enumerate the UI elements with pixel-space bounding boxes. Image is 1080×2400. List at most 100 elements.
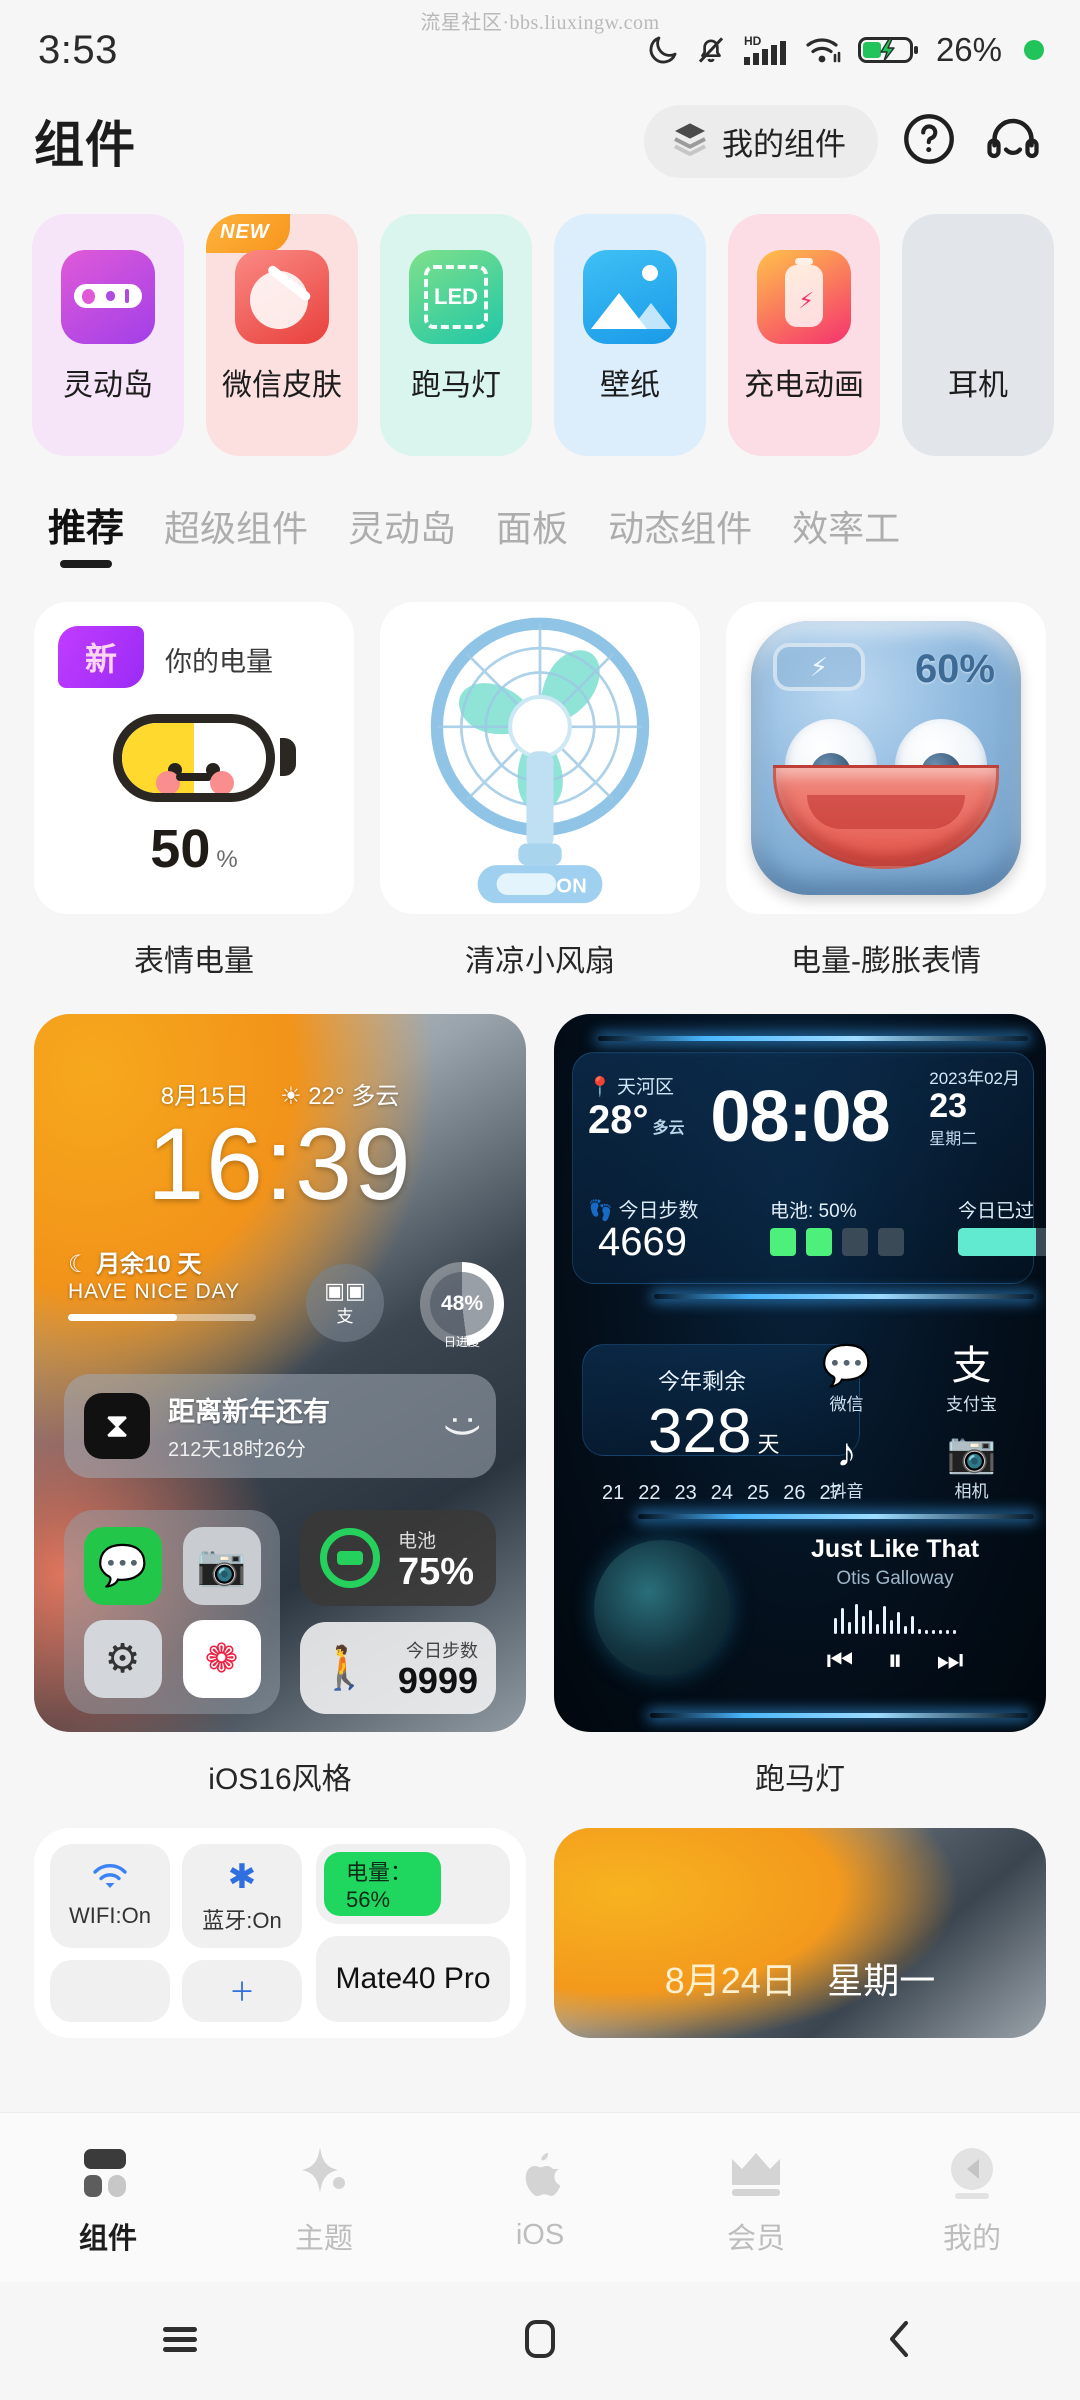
blue-face-widget: ⚡ 60% — [726, 602, 1046, 914]
widget-preview[interactable]: 8月15日 ☀ 22° 多云 16:39 ☾ 月余10 天 HAVE NICE … — [34, 1014, 526, 1732]
new-badge: NEW — [206, 214, 290, 253]
bluetooth-toggle[interactable]: ✱ 蓝牙:On — [182, 1844, 302, 1948]
category-item-lingdongdao[interactable]: 灵动岛 — [32, 214, 184, 456]
tab-recommend[interactable]: 推荐 — [48, 497, 124, 572]
plus-icon: ＋ — [228, 1977, 255, 2008]
category-item-earphone[interactable]: 耳机 — [902, 214, 1054, 456]
battery-bar: 电量： 56% — [316, 1844, 510, 1924]
bottom-navigation[interactable]: 组件 主题 iOS 会员 我的 — [0, 2112, 1080, 2282]
widget-card-control-panel[interactable]: WIFI:On ✱ 蓝牙:On ＋ 电量： 56% Mate40 Pro — [34, 1828, 526, 2038]
photos-icon[interactable]: ❁ — [182, 1619, 261, 1698]
widget-card-battery-face[interactable]: ⚡ 60% 电量-膨胀表情 — [726, 602, 1046, 980]
widget-card-ios16[interactable]: 8月15日 ☀ 22° 多云 16:39 ☾ 月余10 天 HAVE NICE … — [34, 1014, 526, 1798]
nav-item-membership[interactable]: 会员 — [648, 2139, 864, 2257]
headset-icon — [983, 109, 1043, 174]
marquee-date-block: 2023年02月 23 星期二 — [929, 1064, 1020, 1149]
tab-bar[interactable]: 推荐 超级组件 灵动岛 面板 动态组件 效率工 — [0, 468, 1080, 572]
widget-caption: 清凉小风扇 — [465, 945, 615, 978]
ios16-app-folder[interactable]: 💬 📷 ⚙ ❁ — [64, 1510, 280, 1714]
my-widgets-button[interactable]: 我的组件 — [644, 104, 878, 178]
alipay-label: 支 — [336, 1306, 354, 1326]
android-system-nav[interactable] — [0, 2282, 1080, 2400]
tab-dynamic-widget[interactable]: 动态组件 — [608, 500, 752, 572]
battery-value: 50% — [34, 818, 354, 880]
battery-cheek-right — [210, 771, 234, 793]
next-icon[interactable]: ⏭ — [937, 1644, 964, 1678]
ios16-alipay-shortcut[interactable]: ▣▣ 支 — [306, 1264, 384, 1342]
ios16-steps-value: 9999 — [397, 1660, 478, 1701]
music-controls[interactable]: ⏮ ⏸ ⏭ — [770, 1644, 1020, 1678]
date-cell: 23 — [674, 1482, 697, 1504]
ios16-countdown-card[interactable]: ⧗ 距离新年还有 212天18时26分 :) — [64, 1374, 496, 1478]
equalizer-visualizer — [770, 1600, 1020, 1634]
widget-preview[interactable]: 📍 天河区 28° 多云 08:08 2023年02月 23 星期二 👣 今日步… — [554, 1014, 1046, 1732]
widget-caption: 表情电量 — [134, 945, 254, 978]
help-button[interactable] — [896, 108, 962, 174]
marquee-day: 23 — [929, 1087, 968, 1125]
marquee-shortcut-wechat[interactable]: 💬 微信 — [794, 1344, 899, 1425]
nav-item-widgets[interactable]: 组件 — [0, 2139, 216, 2257]
app-header: 组件 我的组件 — [0, 86, 1080, 196]
nav-item-profile[interactable]: 我的 — [864, 2139, 1080, 2257]
pause-icon[interactable]: ⏸ — [888, 1644, 903, 1678]
ios16-clock: 16:39 — [147, 1107, 413, 1221]
category-strip[interactable]: 灵动岛 NEW 微信皮肤 LED 跑马灯 壁纸 ⚡ 充电动画 耳机 — [0, 196, 1080, 468]
ios16-ring-value: 48% — [440, 1292, 484, 1315]
earphone-icon — [931, 250, 1025, 344]
widget-card-marquee[interactable]: 📍 天河区 28° 多云 08:08 2023年02月 23 星期二 👣 今日步… — [554, 1014, 1046, 1798]
tab-panel[interactable]: 面板 — [496, 500, 568, 572]
camera-icon[interactable]: 📷 — [182, 1526, 261, 1605]
widget-card-fan[interactable]: ON 清凉小风扇 — [380, 602, 700, 980]
category-item-marquee[interactable]: LED 跑马灯 — [380, 214, 532, 456]
wifi-toggle[interactable]: WIFI:On — [50, 1844, 170, 1948]
marquee-shortcut-camera[interactable]: 📷 相机 — [919, 1431, 1024, 1512]
category-item-wechat-skin[interactable]: NEW 微信皮肤 — [206, 214, 358, 456]
support-button[interactable] — [980, 108, 1046, 174]
marquee-shortcut-tiktok[interactable]: ♪ 抖音 — [794, 1431, 899, 1512]
ios16-day-progress-ring: 48% 日进度 — [420, 1262, 504, 1349]
tab-super-widgets[interactable]: 超级组件 — [164, 500, 308, 572]
battery-percent-label: 26% — [935, 31, 1002, 68]
face-battery-percent: 60% — [914, 647, 995, 691]
widget-preview[interactable]: WIFI:On ✱ 蓝牙:On ＋ 电量： 56% Mate40 Pro — [34, 1828, 526, 2038]
wifi-icon — [804, 33, 844, 67]
recents-button[interactable] — [0, 2319, 360, 2364]
moon-icon: ☾ — [68, 1251, 90, 1278]
widget-card-orange-lock[interactable]: 8月24日 星期一 — [554, 1828, 1046, 2038]
category-item-wallpaper[interactable]: 壁纸 — [554, 214, 706, 456]
toggle-extra-right[interactable]: ＋ — [182, 1959, 302, 2022]
avatar-icon — [943, 2139, 1001, 2201]
widget-feed: 新 你的电量 50% 表情电量 ON 清凉小风扇 ⚡ 60% 电量-膨胀表情 8… — [0, 572, 1080, 2038]
marquee-app-shortcuts[interactable]: 💬 微信 支 支付宝 ♪ 抖音 📷 相机 — [794, 1344, 1024, 1512]
nav-item-ios[interactable]: iOS — [432, 2143, 648, 2252]
widget-row-small: 新 你的电量 50% 表情电量 ON 清凉小风扇 ⚡ 60% 电量-膨胀表情 — [0, 578, 1080, 980]
song-title: Just Like That — [810, 1535, 980, 1563]
fan-widget: ON — [380, 602, 700, 914]
widget-preview[interactable]: ON — [380, 602, 700, 914]
widget-card-emoji-battery[interactable]: 新 你的电量 50% 表情电量 — [34, 602, 354, 980]
ios16-countdown-text: 距离新年还有 212天18时26分 — [168, 1390, 330, 1462]
tab-dynamic-island[interactable]: 灵动岛 — [348, 500, 456, 572]
marquee-shortcut-alipay[interactable]: 支 支付宝 — [919, 1344, 1024, 1425]
home-button[interactable] — [360, 2315, 720, 2368]
glow-line-bottom — [650, 1713, 1028, 1718]
tab-efficiency[interactable]: 效率工 — [792, 500, 900, 572]
wechat-icon[interactable]: 💬 — [83, 1526, 162, 1605]
widget-preview[interactable]: 8月24日 星期一 — [554, 1828, 1046, 2038]
wifi-icon — [90, 1862, 130, 1897]
date-cell: 25 — [747, 1482, 770, 1504]
previous-icon[interactable]: ⏮ — [827, 1644, 854, 1678]
marquee-music-player[interactable]: Just Like That Otis Galloway ⏮ ⏸ ⏭ — [770, 1535, 1020, 1678]
nav-item-theme[interactable]: 主题 — [216, 2139, 432, 2257]
date-cell: 24 — [710, 1482, 733, 1504]
category-item-charging-animation[interactable]: ⚡ 充电动画 — [728, 214, 880, 456]
toggle-extra-left[interactable] — [50, 1959, 170, 2022]
back-button[interactable] — [720, 2315, 1080, 2368]
glow-line-mid — [654, 1294, 1034, 1299]
widget-preview[interactable]: ⚡ 60% — [726, 602, 1046, 914]
widget-preview[interactable]: 新 你的电量 50% — [34, 602, 354, 914]
hourglass-icon: ⧗ — [84, 1393, 150, 1459]
glow-line-top — [598, 1036, 1028, 1041]
settings-icon[interactable]: ⚙ — [83, 1619, 162, 1698]
lightning-bolt-icon: ⚡ — [809, 651, 829, 682]
